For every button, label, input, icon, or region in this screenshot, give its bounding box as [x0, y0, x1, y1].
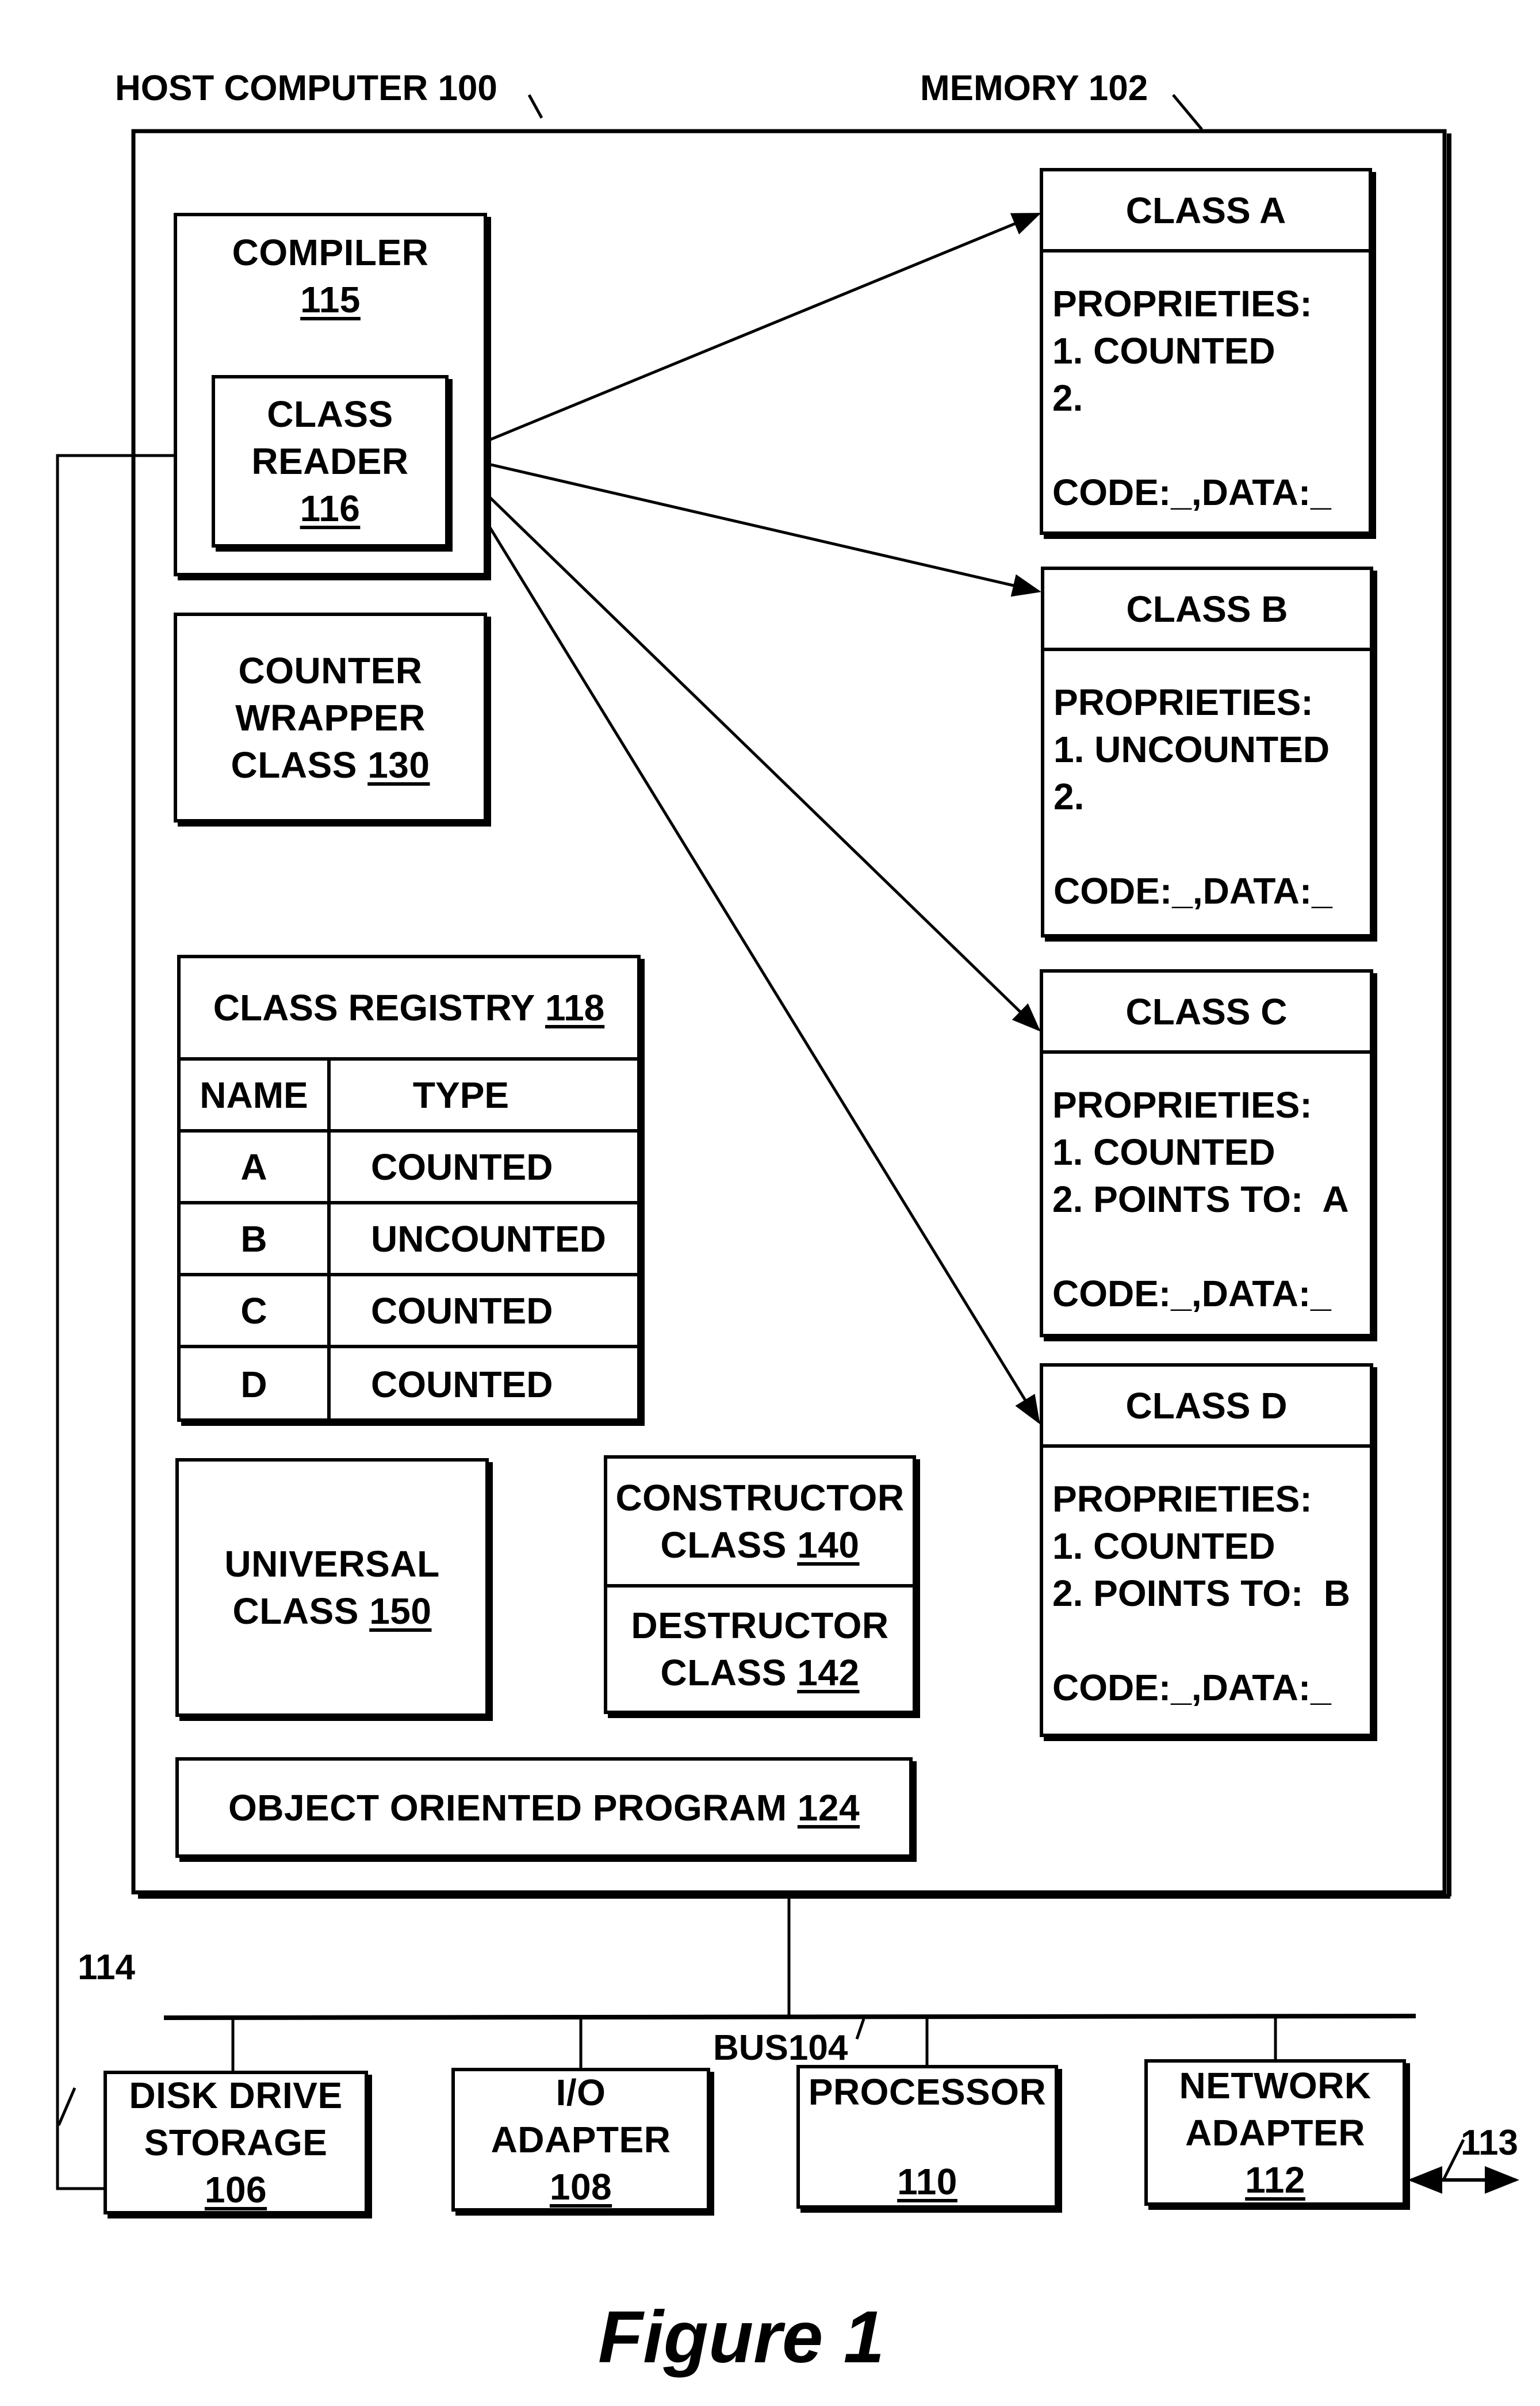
network-line1: NETWORK	[1179, 2064, 1372, 2106]
network-line2: ADAPTER	[1185, 2112, 1365, 2153]
destructor-class-line2: CLASS	[660, 1652, 787, 1693]
universal-class-line2: CLASS	[232, 1590, 359, 1632]
destructor-class-line1: DESTRUCTOR	[631, 1605, 889, 1646]
disk-line1: DISK DRIVE	[129, 2075, 343, 2116]
constructor-class-box: CONSTRUCTOR CLASS 140	[607, 1459, 913, 1588]
network-adapter-box: NETWORK ADAPTER 112	[1144, 2059, 1406, 2206]
io-line2: ADAPTER	[491, 2119, 671, 2160]
class-registry-ref: 118	[545, 987, 605, 1028]
class-a-prop2: 2.	[1052, 377, 1083, 419]
registry-type-cell: UNCOUNTED	[371, 1218, 606, 1260]
memory-label: MEMORY 102	[920, 68, 1148, 108]
oop-ref: 124	[797, 1787, 860, 1829]
table-row: A COUNTED	[181, 1133, 637, 1204]
class-a-prop1: 1. COUNTED	[1052, 330, 1275, 372]
counter-wrapper-line1: COUNTER	[238, 649, 423, 691]
class-a-code: CODE:_,DATA:_	[1052, 472, 1331, 513]
line-114-label: 114	[78, 1948, 136, 1987]
class-d-props-label: PROPRIETIES:	[1052, 1478, 1312, 1520]
class-reader-ref: 116	[300, 488, 361, 529]
processor-line1: PROCESSOR	[808, 2071, 1047, 2113]
class-reader-box: CLASS READER 116	[212, 375, 449, 548]
arrow-to-class-a	[451, 212, 1041, 457]
class-c-box: CLASS C PROPRIETIES: 1. COUNTED 2. POINTS …	[1040, 969, 1373, 1337]
class-d-title: CLASS D	[1043, 1367, 1370, 1448]
class-c-code: CODE:_,DATA:_	[1052, 1273, 1331, 1314]
class-b-prop1: 1. UNCOUNTED	[1054, 729, 1330, 770]
bus-label: BUS104	[713, 2028, 848, 2068]
registry-type-cell: COUNTED	[371, 1290, 553, 1332]
network-ref: 112	[1245, 2159, 1305, 2201]
class-b-props-label: PROPRIETIES:	[1054, 682, 1313, 723]
compiler-ref: 115	[300, 279, 361, 320]
counter-wrapper-line2: WRAPPER	[235, 697, 426, 739]
registry-name-cell: C	[181, 1276, 331, 1345]
line-113-label: 113	[1461, 2123, 1519, 2163]
object-oriented-program-box: OBJECT ORIENTED PROGRAM 124	[175, 1757, 913, 1858]
destructor-class-box: DESTRUCTOR CLASS 142	[607, 1588, 913, 1711]
registry-name-cell: A	[181, 1133, 331, 1201]
io-ref: 108	[549, 2166, 612, 2208]
constructor-class-line2: CLASS	[660, 1524, 787, 1566]
io-line1: I/O	[556, 2072, 606, 2113]
constructor-class-ref: 140	[797, 1524, 860, 1566]
class-reader-line1: CLASS	[267, 393, 393, 435]
class-d-prop2: 2. POINTS TO: B	[1052, 1573, 1350, 1614]
host-computer-label: HOST COMPUTER 100	[115, 68, 497, 108]
counter-wrapper-box: COUNTER WRAPPER CLASS 130	[174, 613, 487, 823]
class-c-title: CLASS C	[1043, 973, 1370, 1054]
class-d-prop1: 1. COUNTED	[1052, 1525, 1275, 1567]
io-adapter-box: I/O ADAPTER 108	[451, 2068, 710, 2212]
class-b-box: CLASS B PROPRIETIES: 1. UNCOUNTED 2. CODE:_…	[1041, 567, 1373, 938]
constructor-destructor-box: CONSTRUCTOR CLASS 140 DESTRUCTOR CLASS 1…	[604, 1455, 916, 1714]
counter-wrapper-line3: CLASS	[231, 744, 357, 786]
class-b-code: CODE:_,DATA:_	[1054, 870, 1332, 912]
destructor-class-ref: 142	[797, 1652, 860, 1693]
class-a-props-label: PROPRIETIES:	[1052, 283, 1312, 324]
column-header-type: TYPE	[412, 1074, 509, 1116]
disk-line2: STORAGE	[144, 2122, 328, 2163]
oop-text: OBJECT ORIENTED PROGRAM	[228, 1787, 787, 1829]
arrow-to-class-b	[451, 454, 1041, 597]
disk-ref: 106	[204, 2169, 267, 2210]
class-c-props-label: PROPRIETIES:	[1052, 1084, 1312, 1126]
processor-box: PROCESSOR 110	[796, 2065, 1058, 2209]
class-registry-title: CLASS REGISTRY 118	[181, 958, 637, 1061]
counter-wrapper-ref: 130	[367, 744, 430, 786]
bus-104	[163, 2014, 1416, 2020]
constructor-class-line1: CONSTRUCTOR	[615, 1477, 905, 1518]
compiler-title: COMPILER	[232, 232, 429, 273]
class-c-prop1: 1. COUNTED	[1052, 1131, 1275, 1173]
disk-drive-storage-box: DISK DRIVE STORAGE 106	[104, 2071, 368, 2214]
class-a-box: CLASS A PROPRIETIES: 1. COUNTED 2. CODE:_,D…	[1040, 168, 1372, 535]
class-reader-line2: READER	[251, 441, 409, 482]
table-row: D COUNTED	[181, 1348, 637, 1420]
figure-caption: Figure 1	[598, 2296, 884, 2378]
table-row: C COUNTED	[181, 1276, 637, 1348]
registry-type-cell: COUNTED	[371, 1363, 553, 1405]
class-b-prop2: 2.	[1054, 776, 1085, 817]
class-registry-table: CLASS REGISTRY 118 NAME TYPE A COUNTED B…	[177, 955, 641, 1422]
class-b-title: CLASS B	[1044, 570, 1370, 651]
class-c-prop2: 2. POINTS TO: A	[1052, 1179, 1349, 1220]
registry-name-cell: D	[181, 1348, 331, 1420]
column-header-name: NAME	[181, 1061, 331, 1129]
class-d-code: CODE:_,DATA:_	[1052, 1667, 1331, 1708]
class-d-box: CLASS D PROPRIETIES: 1. COUNTED 2. POINTS …	[1040, 1363, 1373, 1737]
memory-leader	[1172, 94, 1203, 131]
class-registry-header-row: NAME TYPE	[181, 1061, 637, 1133]
host-computer-leader	[527, 94, 543, 119]
universal-class-line1: UNIVERSAL	[224, 1543, 440, 1585]
universal-class-box: UNIVERSAL CLASS 150	[175, 1458, 489, 1717]
table-row: B UNCOUNTED	[181, 1204, 637, 1276]
class-a-title: CLASS A	[1043, 171, 1369, 253]
registry-type-cell: COUNTED	[371, 1146, 553, 1188]
processor-ref: 110	[897, 2161, 957, 2202]
registry-name-cell: B	[181, 1204, 331, 1273]
universal-class-ref: 150	[369, 1590, 432, 1632]
